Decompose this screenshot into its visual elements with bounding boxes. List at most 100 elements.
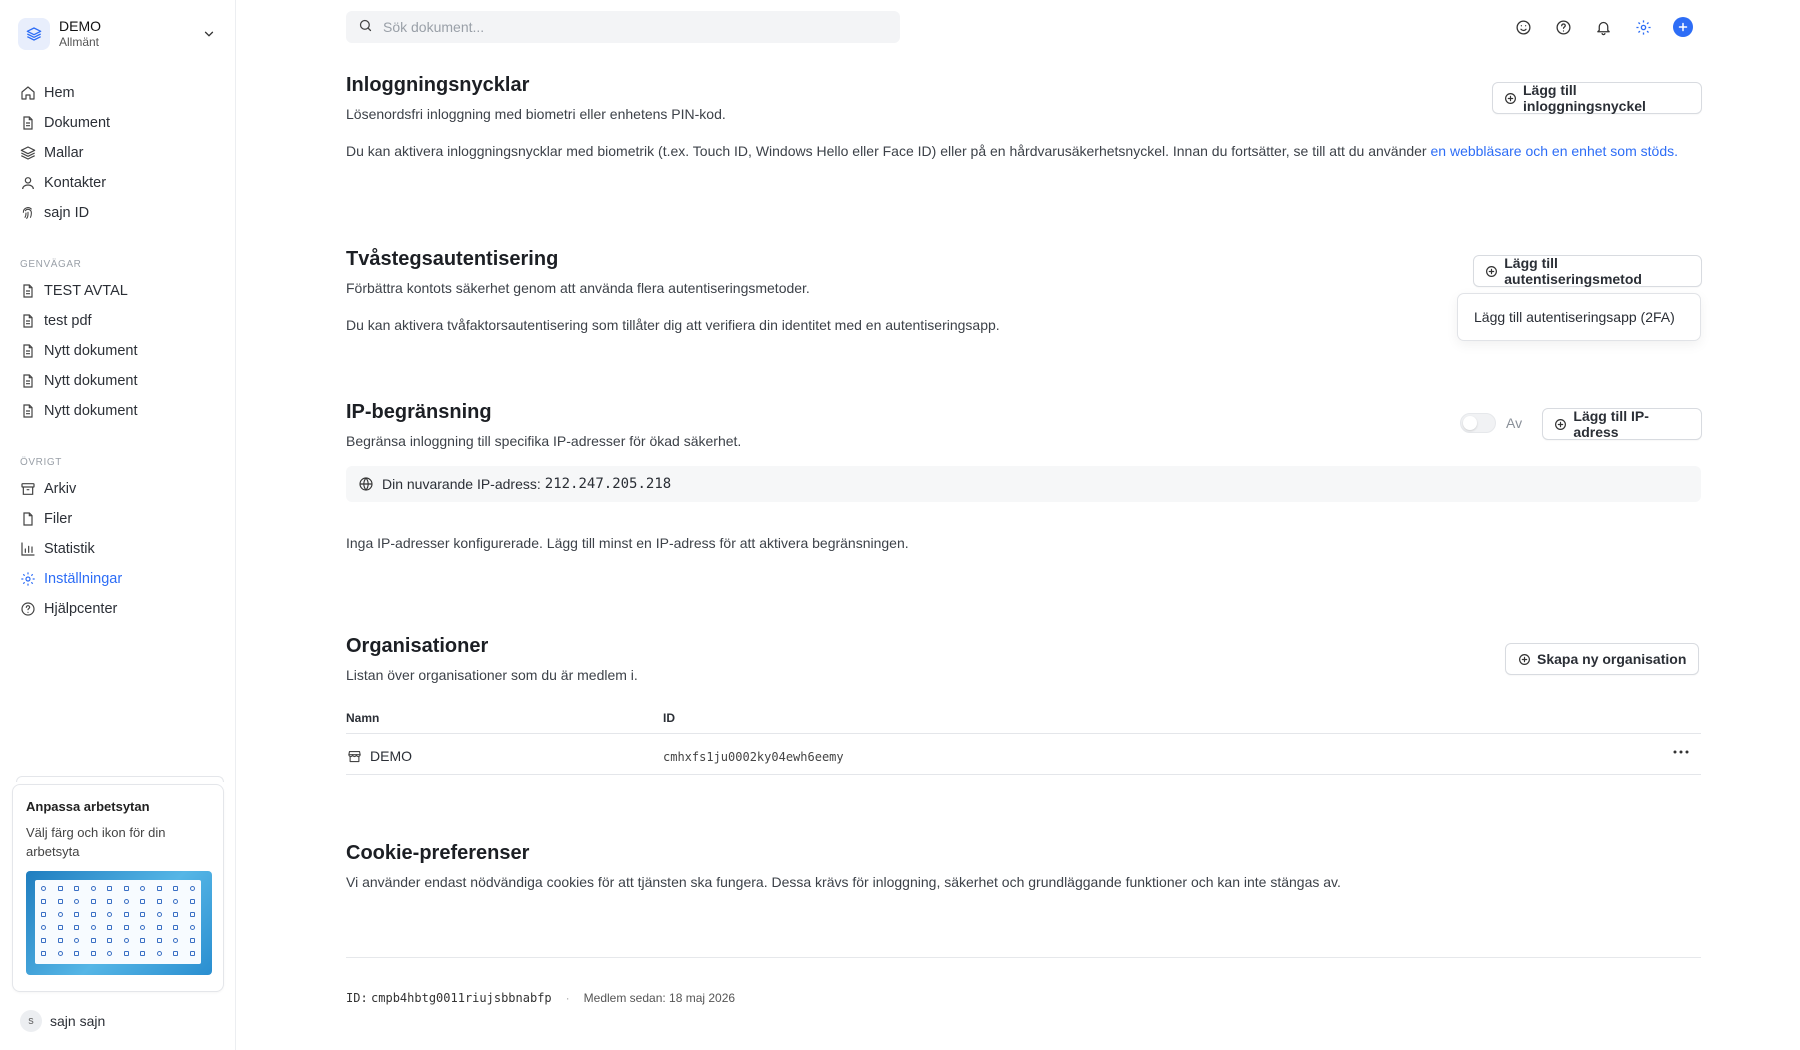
ip-restriction-toggle[interactable] bbox=[1460, 413, 1496, 433]
add-authenticator-app-menu-item[interactable]: Lägg till autentiseringsapp (2FA) bbox=[1457, 293, 1701, 341]
shortcut-item[interactable]: Nytt dokument bbox=[12, 396, 224, 426]
table-row-org-name[interactable]: DEMO bbox=[346, 748, 412, 764]
toggle-state-label: Av bbox=[1506, 415, 1523, 431]
palette-icon-dot bbox=[90, 886, 96, 891]
cookies-title: Cookie-preferenser bbox=[346, 842, 530, 864]
palette-icon-dot bbox=[57, 925, 63, 930]
palette-icon-dot bbox=[57, 912, 63, 917]
sidebar-item-installningar[interactable]: Inställningar bbox=[12, 564, 224, 594]
shortcut-item[interactable]: Nytt dokument bbox=[12, 366, 224, 396]
document-icon bbox=[20, 115, 36, 131]
twofa-title: Tvåstegsautentisering bbox=[346, 248, 559, 270]
palette-icon-dot bbox=[74, 912, 79, 917]
workspace-switcher[interactable]: DEMO Allmänt bbox=[18, 14, 218, 54]
passkeys-title: Inloggningsnycklar bbox=[346, 74, 530, 96]
supported-devices-link[interactable]: en webbläsare och en enhet som stöds. bbox=[1431, 143, 1679, 159]
table-divider bbox=[346, 774, 1701, 775]
plus-circle-icon bbox=[1485, 264, 1498, 278]
sidebar-item-statistik[interactable]: Statistik bbox=[12, 534, 224, 564]
palette-icon-dot bbox=[140, 912, 145, 917]
promo-card-stack bbox=[16, 776, 224, 782]
palette-icon-dot bbox=[57, 899, 63, 904]
palette-icon-dot bbox=[173, 938, 178, 943]
add-auth-method-button[interactable]: Lägg till autentiseringsmetod bbox=[1473, 255, 1702, 287]
shortcuts-nav: GENVÄGAR TEST AVTAL test pdf Nytt dokume… bbox=[12, 254, 224, 426]
layers-icon bbox=[18, 18, 50, 50]
palette-icon-dot bbox=[140, 925, 145, 930]
store-icon bbox=[346, 748, 362, 764]
column-header-name: Namn bbox=[346, 711, 380, 725]
shortcut-item[interactable]: test pdf bbox=[12, 306, 224, 336]
customize-workspace-card[interactable]: Anpassa arbetsytan Välj färg och ikon fö… bbox=[12, 784, 224, 992]
document-icon bbox=[20, 283, 36, 299]
shortcut-item[interactable]: TEST AVTAL bbox=[12, 276, 224, 306]
palette-icon-dot bbox=[189, 951, 195, 956]
sidebar-item-dokument[interactable]: Dokument bbox=[12, 108, 224, 138]
user-menu[interactable]: s sajn sajn bbox=[20, 1010, 105, 1032]
shortcut-label: Nytt dokument bbox=[44, 403, 138, 419]
ip-empty-message: Inga IP-adresser konfigurerade. Lägg til… bbox=[346, 535, 909, 551]
search-icon bbox=[358, 18, 373, 36]
palette-icon-dot bbox=[189, 886, 195, 891]
more-options-icon[interactable] bbox=[1670, 744, 1692, 760]
palette-icon-dot bbox=[189, 938, 195, 943]
sidebar-item-label: Inställningar bbox=[44, 571, 123, 587]
palette-icon-dot bbox=[140, 938, 145, 943]
current-ip-label: Din nuvarande IP-adress: bbox=[382, 476, 541, 492]
search-input[interactable] bbox=[383, 19, 863, 35]
sidebar-item-hjalpcenter[interactable]: Hjälpcenter bbox=[12, 594, 224, 624]
sidebar-item-sajn-id[interactable]: sajn ID bbox=[12, 198, 224, 228]
chart-icon bbox=[20, 541, 36, 557]
palette-icon-dot bbox=[123, 912, 129, 917]
add-ip-address-button[interactable]: Lägg till IP-adress bbox=[1542, 408, 1702, 440]
palette-icon-dot bbox=[123, 951, 129, 956]
palette-icon-dot bbox=[107, 925, 112, 930]
member-since: Medlem sedan: 18 maj 2026 bbox=[583, 991, 736, 1005]
palette-icon-dot bbox=[189, 899, 195, 904]
bell-icon[interactable] bbox=[1592, 16, 1614, 38]
main-nav: Hem Dokument Mallar Kontakter sajn ID bbox=[12, 78, 224, 228]
help-icon[interactable] bbox=[1552, 16, 1574, 38]
help-icon bbox=[20, 601, 36, 617]
archive-icon bbox=[20, 481, 36, 497]
palette-icon-dot bbox=[74, 886, 79, 891]
palette-icon-dot bbox=[123, 899, 129, 904]
orgs-subtitle: Listan över organisationer som du är med… bbox=[346, 667, 638, 683]
shortcut-item[interactable]: Nytt dokument bbox=[12, 336, 224, 366]
user-name: sajn sajn bbox=[50, 1013, 106, 1029]
palette-icon-dot bbox=[90, 951, 96, 956]
palette-icon-dot bbox=[156, 912, 162, 917]
palette-icon-dot bbox=[90, 899, 96, 904]
add-passkey-button[interactable]: Lägg till inloggningsnyckel bbox=[1492, 82, 1702, 114]
palette-icon-dot bbox=[41, 951, 46, 956]
palette-icon-dot bbox=[41, 912, 46, 917]
avatar: s bbox=[20, 1010, 42, 1032]
gear-icon[interactable] bbox=[1632, 16, 1654, 38]
palette-icon-dot bbox=[189, 912, 195, 917]
sidebar-item-mallar[interactable]: Mallar bbox=[12, 138, 224, 168]
palette-icon-dot bbox=[107, 912, 112, 917]
sidebar-item-filer[interactable]: Filer bbox=[12, 504, 224, 534]
account-id-label: ID: bbox=[346, 991, 368, 1005]
plus-circle-icon bbox=[1517, 652, 1531, 666]
palette-icon-dot bbox=[41, 925, 46, 930]
sidebar-item-hem[interactable]: Hem bbox=[12, 78, 224, 108]
footer-divider bbox=[346, 957, 1701, 958]
create-organisation-button[interactable]: Skapa ny organisation bbox=[1505, 643, 1700, 675]
smiley-icon[interactable] bbox=[1512, 16, 1534, 38]
document-icon bbox=[20, 403, 36, 419]
sidebar-item-arkiv[interactable]: Arkiv bbox=[12, 474, 224, 504]
ip-title: IP-begränsning bbox=[346, 401, 492, 423]
palette-icon-dot bbox=[90, 912, 96, 917]
button-label: Skapa ny organisation bbox=[1537, 651, 1687, 667]
sidebar-item-kontakter[interactable]: Kontakter bbox=[12, 168, 224, 198]
other-nav: ÖVRIGT Arkiv Filer Statistik Inställning… bbox=[12, 452, 224, 624]
column-header-id: ID bbox=[663, 711, 675, 725]
button-label: Lägg till autentiseringsmetod bbox=[1504, 255, 1642, 287]
file-icon bbox=[20, 511, 36, 527]
search-bar[interactable] bbox=[346, 11, 900, 43]
create-new-button[interactable] bbox=[1672, 16, 1694, 38]
shortcut-label: Nytt dokument bbox=[44, 343, 138, 359]
palette-icon-dot bbox=[173, 899, 178, 904]
palette-icon-dot bbox=[107, 886, 112, 891]
